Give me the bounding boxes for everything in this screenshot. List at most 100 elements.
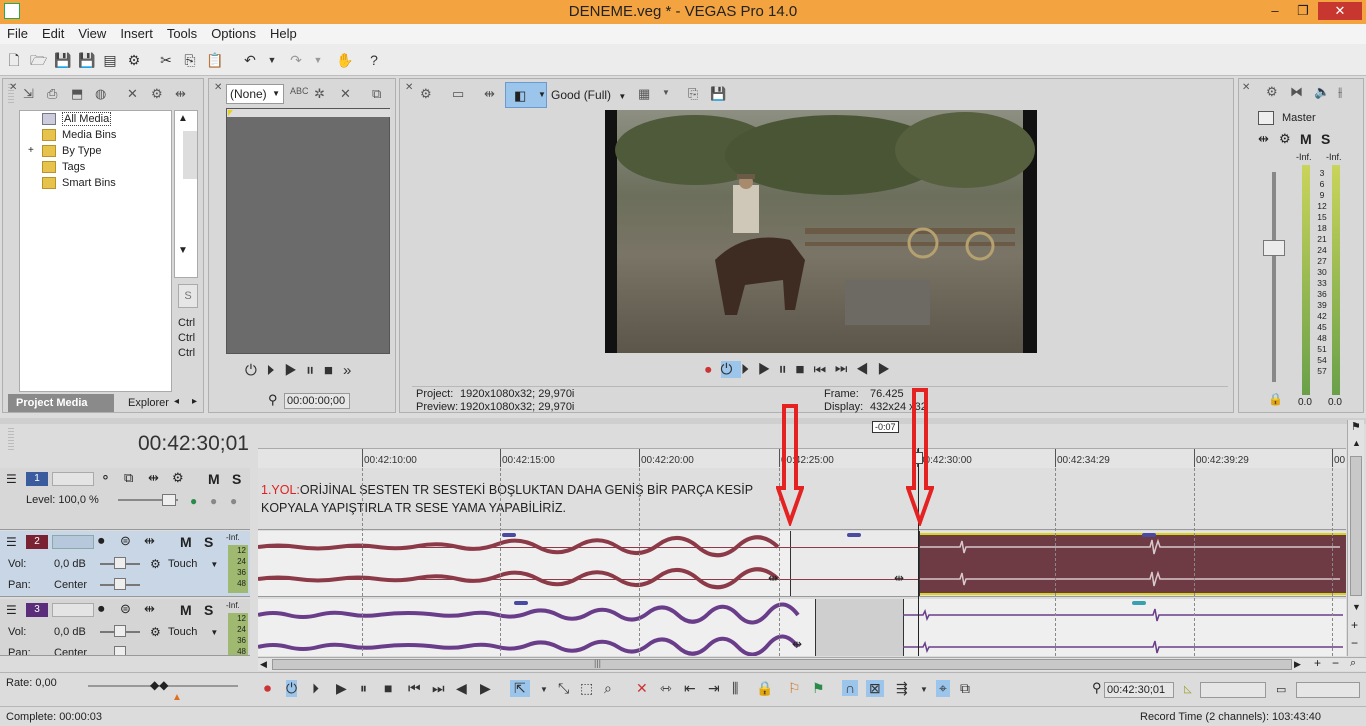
- panel-close-icon[interactable]: ✕: [214, 82, 222, 93]
- record-icon[interactable]: ⏺: [705, 362, 721, 377]
- automation-mode-select[interactable]: Touch ▼: [168, 558, 218, 570]
- stop-icon[interactable]: ■: [795, 361, 813, 378]
- track-fx-icon[interactable]: ⇹: [144, 601, 155, 617]
- arm-for-record-icon[interactable]: ⏺: [98, 533, 105, 549]
- tree-item-tags[interactable]: Tags: [42, 159, 85, 175]
- pause-icon[interactable]: ⏸: [306, 362, 324, 379]
- track-fx-icon[interactable]: ⇹: [144, 533, 155, 549]
- tab-scroll-right-icon[interactable]: ▸: [192, 396, 197, 407]
- loop-playback-icon[interactable]: ⏻: [286, 680, 298, 697]
- tab-explorer[interactable]: Explorer: [120, 394, 177, 412]
- master-fader-knob[interactable]: [1263, 240, 1285, 256]
- maximize-button[interactable]: ❐: [1290, 2, 1316, 20]
- chevron-down-icon[interactable]: ▼: [662, 88, 670, 97]
- redo-dropdown-icon[interactable]: ▼: [310, 52, 326, 68]
- lock-icon[interactable]: 🔒: [756, 680, 773, 697]
- vol-slider-thumb[interactable]: [114, 557, 126, 569]
- track-mute-button[interactable]: M: [180, 534, 192, 550]
- open-folder-icon[interactable]: 🗁: [30, 52, 47, 68]
- minimize-button[interactable]: ‒: [1262, 2, 1288, 20]
- overlays-grid-icon[interactable]: ▦: [638, 86, 650, 102]
- import-media-icon[interactable]: ⇲: [23, 86, 34, 102]
- track-expand-icon[interactable]: ☰: [6, 472, 17, 486]
- make-compositing-child-icon[interactable]: ⧉: [124, 470, 133, 486]
- ripple-edit-icon[interactable]: ⇶: [896, 680, 908, 697]
- preview-properties-gear-icon[interactable]: ⚙: [420, 86, 432, 102]
- audio-track-3-lane[interactable]: ⇹: [258, 599, 1346, 656]
- scroll-up-icon[interactable]: ▲: [178, 113, 188, 124]
- render-icon[interactable]: ▤: [102, 52, 118, 68]
- trimmer-window-icon[interactable]: ⧉: [372, 86, 381, 102]
- record-icon[interactable]: ⏺: [264, 680, 271, 697]
- clip-marker[interactable]: [502, 533, 516, 537]
- panel-close-icon[interactable]: ✕: [1242, 82, 1250, 93]
- preview-fx-icon[interactable]: ⇹: [484, 86, 495, 102]
- scroll-up-icon[interactable]: ▲: [1352, 438, 1361, 448]
- scroll-down-icon[interactable]: ▼: [178, 245, 188, 256]
- zoom-tool-icon[interactable]: ⌕: [604, 680, 612, 697]
- capture-video-icon[interactable]: ⎙: [47, 86, 57, 102]
- ignore-grouping-icon[interactable]: ⧉: [960, 680, 970, 697]
- level-slider-thumb[interactable]: [162, 494, 176, 506]
- audio-clip-patch[interactable]: [790, 531, 920, 596]
- scroll-thumb[interactable]: [272, 659, 1292, 670]
- menu-view[interactable]: View: [71, 24, 113, 41]
- trimmer-media-select[interactable]: (None) ▼: [226, 84, 284, 104]
- chevron-down-icon[interactable]: ▼: [540, 685, 548, 694]
- trimmer-clear-icon[interactable]: ✕: [340, 86, 351, 102]
- insert-marker-icon[interactable]: ⚐: [788, 680, 801, 697]
- copy-icon[interactable]: ⎘: [182, 52, 198, 68]
- invert-phase-icon[interactable]: ⊜: [120, 601, 131, 617]
- clip-marker[interactable]: [514, 601, 528, 605]
- cut-icon[interactable]: ✂: [158, 52, 174, 68]
- vol-slider-thumb[interactable]: [114, 625, 126, 637]
- selection-tool-icon[interactable]: ⬚: [580, 680, 593, 697]
- timeline-vertical-scrollbar[interactable]: ⚑ ▲ ▼ + −: [1347, 420, 1364, 656]
- track-solo-button[interactable]: S: [232, 471, 241, 487]
- menu-options[interactable]: Options: [204, 24, 263, 41]
- selection-length-field[interactable]: [1296, 682, 1360, 698]
- play-from-start-icon[interactable]: ⏵: [312, 680, 319, 697]
- pause-icon[interactable]: ⏸: [779, 361, 796, 378]
- preview-quality-select[interactable]: Good (Full) ▼: [551, 88, 626, 102]
- stop-icon[interactable]: ■: [384, 680, 392, 696]
- close-button[interactable]: ✕: [1318, 2, 1362, 20]
- track-number-badge[interactable]: 3: [26, 603, 48, 617]
- play-from-start-icon[interactable]: ⏵: [741, 361, 758, 378]
- automation-mode-select[interactable]: Touch ▼: [168, 626, 218, 638]
- menu-file[interactable]: File: [0, 24, 35, 41]
- automation-gear-icon[interactable]: ⚙: [150, 557, 161, 571]
- clip-marker[interactable]: [847, 533, 861, 537]
- save-icon[interactable]: 💾: [54, 52, 71, 68]
- next-frame-icon[interactable]: »: [343, 362, 361, 379]
- track-fx-gear-icon[interactable]: ⚙: [172, 470, 184, 486]
- scroll-down-icon[interactable]: ▼: [1352, 602, 1361, 612]
- redo-icon[interactable]: ↷: [288, 52, 304, 68]
- previous-frame-icon[interactable]: ◀: [456, 680, 467, 697]
- whats-this-help-icon[interactable]: ?: [366, 52, 382, 68]
- tree-item-media-bins[interactable]: Media Bins: [42, 127, 116, 143]
- track-number-badge[interactable]: 1: [26, 472, 48, 486]
- zoom-in-icon[interactable]: +: [1351, 618, 1358, 632]
- remove-media-icon[interactable]: ✕: [127, 86, 138, 102]
- new-file-icon[interactable]: 🗋: [6, 52, 22, 68]
- downmix-icon[interactable]: ⧓: [1290, 84, 1303, 100]
- bottom-timecode[interactable]: 00:42:30;01: [1104, 682, 1174, 698]
- previous-frame-icon[interactable]: ◀: [856, 361, 877, 378]
- track-3d-icon[interactable]: ●: [230, 494, 237, 508]
- split-icon[interactable]: ⫼: [732, 680, 738, 697]
- track-solo-button[interactable]: S: [204, 534, 213, 550]
- insert-region-icon[interactable]: ⚑: [812, 680, 825, 697]
- undo-icon[interactable]: ↶: [242, 52, 258, 68]
- panel-grip[interactable]: [8, 428, 14, 452]
- clip-marker[interactable]: [1132, 601, 1146, 605]
- play-icon[interactable]: ▶: [284, 362, 306, 379]
- go-to-start-icon[interactable]: ⏮: [408, 680, 421, 697]
- rate-slider-thumb[interactable]: ◆◆: [150, 678, 168, 692]
- trimmer-ruler[interactable]: [227, 109, 391, 117]
- trimmer-timecode[interactable]: 00:00:00;00: [284, 393, 350, 409]
- master-mute-button[interactable]: M: [1300, 131, 1312, 147]
- go-to-end-icon[interactable]: ⏭: [432, 680, 445, 697]
- menu-edit[interactable]: Edit: [35, 24, 71, 41]
- save-as-icon[interactable]: 💾: [78, 52, 95, 68]
